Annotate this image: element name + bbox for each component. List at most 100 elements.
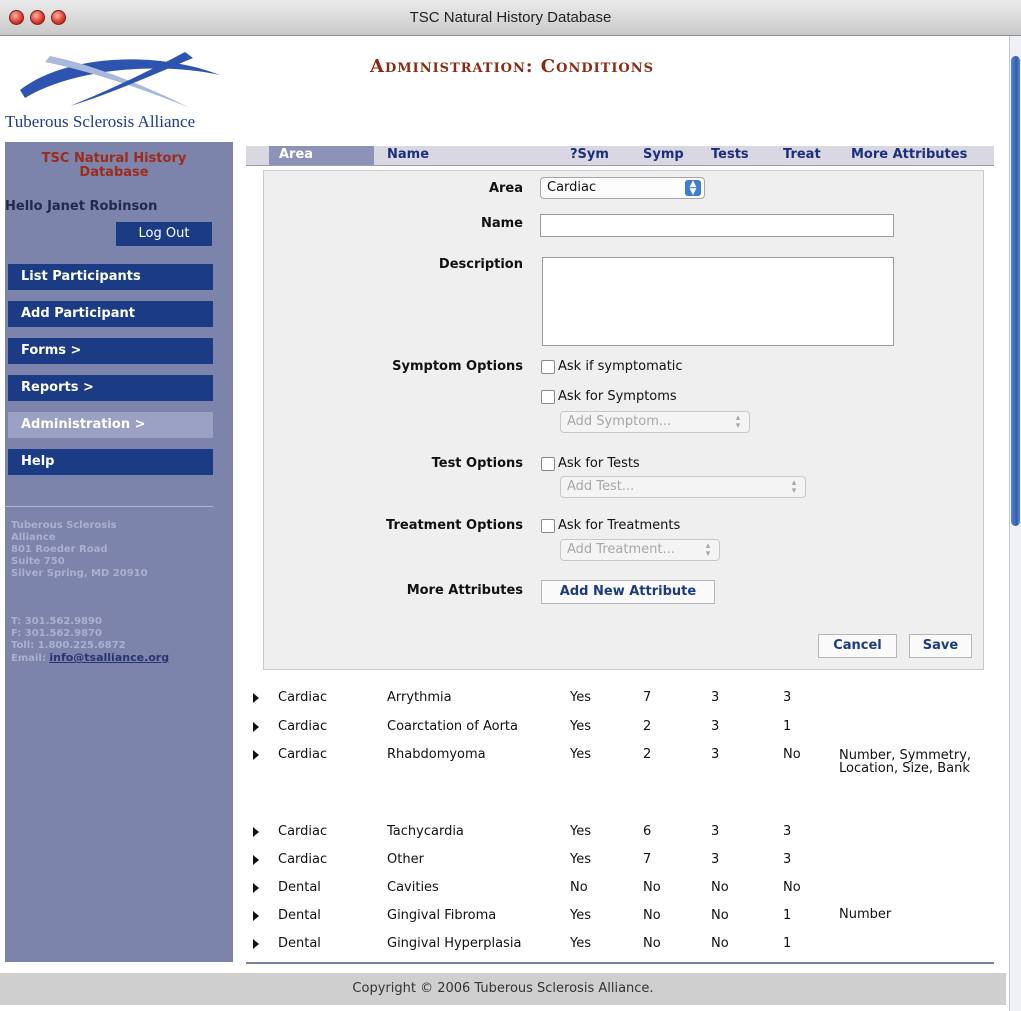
- cell-area: Dental: [278, 880, 321, 895]
- address-line: Tuberous Sclerosis: [11, 520, 117, 531]
- ask-if-symptomatic-checkbox[interactable]: [541, 360, 555, 374]
- add-symptom-select-value: Add Symptom...: [567, 414, 672, 429]
- nav-list-participants[interactable]: List Participants: [8, 264, 213, 290]
- nav-help[interactable]: Help: [8, 449, 213, 475]
- description-textarea[interactable]: [542, 257, 894, 346]
- brand-name: Tuberous Sclerosis Alliance: [5, 112, 196, 131]
- cell-area: Cardiac: [278, 690, 328, 705]
- treatment-options-label: Treatment Options: [386, 518, 523, 533]
- nav-administration[interactable]: Administration >: [8, 412, 213, 438]
- window-title: TSC Natural History Database: [409, 9, 612, 26]
- cell-treat: 3: [783, 690, 792, 705]
- select-arrows-icon: ▲ ▼: [685, 180, 701, 197]
- cell-sym: Yes: [570, 936, 591, 951]
- scrollbar-thumb[interactable]: [1011, 56, 1020, 526]
- cell-name: Other: [387, 852, 424, 867]
- cancel-button[interactable]: Cancel: [818, 634, 897, 658]
- add-symptom-select[interactable]: Add Symptom... ▴ ▾: [560, 411, 750, 433]
- col-header-name[interactable]: Name: [387, 147, 429, 162]
- expand-triangle-icon[interactable]: [253, 693, 259, 703]
- add-treatment-select[interactable]: Add Treatment... ▴ ▾: [560, 539, 720, 561]
- expand-triangle-icon[interactable]: [253, 722, 259, 732]
- add-new-attribute-button[interactable]: Add New Attribute: [541, 580, 715, 604]
- brand-logo[interactable]: Tuberous Sclerosis Alliance: [5, 46, 230, 138]
- expand-triangle-icon[interactable]: [253, 883, 259, 893]
- col-header-symp[interactable]: Symp: [643, 147, 684, 162]
- col-header-sym[interactable]: ?Sym: [570, 147, 609, 162]
- name-label: Name: [480, 216, 523, 231]
- grid-bottom-rule: [246, 962, 994, 964]
- name-input[interactable]: [540, 214, 894, 237]
- col-header-treat[interactable]: Treat: [783, 147, 821, 162]
- ask-for-symptoms-checkbox[interactable]: [541, 390, 555, 404]
- cell-symp: No: [643, 936, 661, 951]
- address-line: Alliance: [11, 532, 56, 543]
- cell-treat: 1: [783, 719, 792, 734]
- page-title: Administration: Conditions: [370, 56, 655, 77]
- fax-number: F: 301.562.9870: [11, 628, 102, 639]
- ask-for-treatments-checkbox[interactable]: [541, 519, 555, 533]
- address-line: Suite 750: [11, 556, 65, 567]
- cell-sym: Yes: [570, 908, 591, 923]
- cell-more-attributes: Number: [839, 907, 892, 922]
- cell-treat: 1: [783, 908, 792, 923]
- cell-area: Cardiac: [278, 824, 328, 839]
- cell-name: Gingival Fibroma: [387, 908, 497, 923]
- greeting: Hello Janet Robinson: [5, 199, 158, 214]
- org-address: Tuberous Sclerosis Alliance 801 Roeder R…: [11, 520, 221, 580]
- expand-triangle-icon[interactable]: [253, 855, 259, 865]
- nav-reports[interactable]: Reports >: [8, 375, 213, 401]
- col-header-more-attributes[interactable]: More Attributes: [851, 147, 967, 162]
- select-arrows-icon: ▴ ▾: [735, 413, 741, 431]
- cell-tests: 3: [711, 747, 720, 762]
- grid-header: Area Name ?Sym Symp Tests Treat More Att…: [246, 146, 994, 166]
- app-name: TSC Natural History Database: [5, 152, 223, 180]
- cell-name: Coarctation of Aorta: [387, 719, 518, 734]
- logo-swoosh-icon: [20, 52, 220, 108]
- expand-triangle-icon[interactable]: [253, 911, 259, 921]
- vertical-scrollbar[interactable]: [1009, 36, 1021, 1011]
- select-arrows-icon: ▴ ▾: [705, 541, 711, 559]
- sidebar: TSC Natural History Database Hello Janet…: [5, 142, 233, 962]
- expand-triangle-icon[interactable]: [253, 750, 259, 760]
- ask-for-tests-label: Ask for Tests: [558, 456, 640, 471]
- app-name-text: TSC Natural History Database: [41, 151, 187, 180]
- address-line: 801 Roeder Road: [11, 544, 108, 555]
- add-test-select[interactable]: Add Test... ▴ ▾: [560, 476, 806, 498]
- ask-for-tests-checkbox[interactable]: [541, 457, 555, 471]
- cell-tests: No: [711, 936, 729, 951]
- cell-area: Cardiac: [278, 852, 328, 867]
- cell-name: Arrythmia: [387, 690, 452, 705]
- nav-add-participant[interactable]: Add Participant: [8, 301, 213, 327]
- logout-button[interactable]: Log Out: [116, 222, 212, 246]
- cell-sym: Yes: [570, 690, 591, 705]
- ask-for-treatments-label: Ask for Treatments: [558, 518, 681, 533]
- expand-triangle-icon[interactable]: [253, 827, 259, 837]
- sidebar-divider: [5, 506, 213, 507]
- more-attributes-label: More Attributes: [406, 583, 523, 598]
- cell-tests: 3: [711, 852, 720, 867]
- cell-sym: No: [570, 880, 588, 895]
- cell-name: Cavities: [387, 880, 439, 895]
- cell-tests: 3: [711, 719, 720, 734]
- cell-sym: Yes: [570, 719, 591, 734]
- footer: Copyright © 2006 Tuberous Sclerosis Alli…: [0, 973, 1006, 1005]
- area-select[interactable]: Cardiac ▲ ▼: [540, 177, 705, 199]
- expand-triangle-icon[interactable]: [253, 939, 259, 949]
- cell-area: Cardiac: [278, 747, 328, 762]
- cell-tests: 3: [711, 824, 720, 839]
- email-link[interactable]: info@tsalliance.org: [49, 651, 169, 664]
- col-header-area[interactable]: Area: [269, 146, 374, 165]
- cell-sym: Yes: [570, 824, 591, 839]
- cell-treat: 3: [783, 824, 792, 839]
- cell-more-attributes: Number, Symmetry, Location, Size, Bank: [839, 748, 972, 776]
- email-label: Email:: [11, 653, 46, 664]
- test-options-label: Test Options: [431, 456, 523, 471]
- col-header-tests[interactable]: Tests: [711, 147, 749, 162]
- cell-name: Gingival Hyperplasia: [387, 936, 522, 951]
- add-treatment-select-value: Add Treatment...: [567, 542, 675, 557]
- address-line: Silver Spring, MD 20910: [11, 568, 148, 579]
- nav-forms[interactable]: Forms >: [8, 338, 213, 364]
- save-button[interactable]: Save: [909, 634, 972, 658]
- cell-tests: No: [711, 880, 729, 895]
